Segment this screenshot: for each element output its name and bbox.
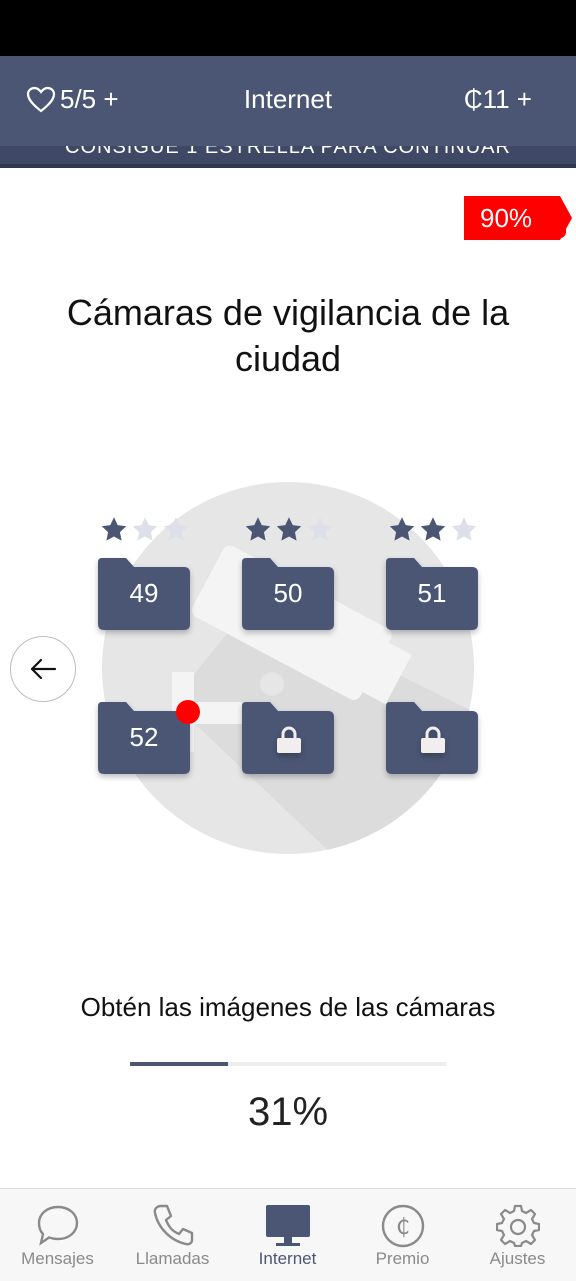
level-number: 49 [129, 578, 159, 608]
star-empty-icon [163, 517, 189, 541]
discount-text: 90% [480, 203, 533, 233]
level-50-stars [244, 516, 334, 543]
tab-ajustes[interactable]: Ajustes [460, 1189, 575, 1281]
tab-premio[interactable]: ₵ Premio [345, 1189, 460, 1281]
lock-icon [277, 726, 301, 753]
star-filled-icon [420, 517, 446, 541]
tab-label: Premio [375, 1249, 430, 1268]
objective-text: Obtén las imágenes de las cámaras [80, 992, 496, 1022]
tab-label: Mensajes [21, 1249, 94, 1268]
level-folder-51[interactable]: 51 [386, 558, 478, 630]
progress-fill [130, 1062, 228, 1066]
status-bar [0, 0, 576, 56]
page-title: Cámaras de vigilancia de la ciudad [66, 292, 510, 379]
discount-tag[interactable]: 90% [464, 196, 572, 240]
star-empty-icon [132, 517, 158, 541]
level-number: 52 [129, 722, 159, 752]
tab-label: Llamadas [135, 1249, 210, 1268]
star-filled-icon [101, 517, 127, 541]
arrow-left-icon [30, 658, 57, 680]
level-folder-locked[interactable] [242, 702, 334, 774]
tag-string-icon [554, 220, 566, 238]
coin-icon: ₵ [381, 1204, 424, 1248]
top-bar: 5/5 + Internet ₵11 + [0, 56, 576, 146]
level-49-stars [100, 516, 190, 543]
level-folder-locked[interactable] [386, 702, 478, 774]
lock-icon [421, 726, 445, 753]
star-filled-icon [276, 517, 302, 541]
tab-internet[interactable]: Internet [230, 1189, 345, 1281]
tab-label: Internet [258, 1249, 317, 1268]
star-filled-icon [389, 517, 415, 541]
tab-mensajes[interactable]: Mensajes [0, 1189, 115, 1281]
level-folder-50[interactable]: 50 [242, 558, 334, 630]
level-number: 50 [273, 578, 303, 608]
progress-percent: 31% [247, 1090, 329, 1134]
requirement-text: CONSIGUE 1 ESTRELLA PARA CONTINUAR [65, 146, 511, 158]
tab-llamadas[interactable]: Llamadas [115, 1189, 230, 1281]
progress-bar [130, 1062, 446, 1066]
monitor-icon [265, 1205, 310, 1246]
chat-bubble-icon [37, 1205, 78, 1246]
star-empty-icon [307, 517, 333, 541]
bottom-tab-bar: Mensajes Llamadas Internet ₵ Premio Ajus… [0, 1188, 576, 1281]
new-level-notification-dot [176, 700, 200, 724]
star-filled-icon [245, 517, 271, 541]
phone-icon [153, 1204, 193, 1246]
coins-counter[interactable]: ₵11 + [464, 84, 532, 115]
back-button[interactable] [10, 636, 76, 702]
gear-icon [495, 1204, 540, 1247]
level-51-stars [388, 516, 478, 543]
star-empty-icon [451, 517, 477, 541]
requirement-banner: CONSIGUE 1 ESTRELLA PARA CONTINUAR [0, 146, 576, 168]
level-number: 51 [417, 578, 447, 608]
tab-label: Ajustes [489, 1249, 546, 1268]
svg-text:₵: ₵ [396, 1215, 410, 1240]
level-folder-49[interactable]: 49 [98, 558, 190, 630]
